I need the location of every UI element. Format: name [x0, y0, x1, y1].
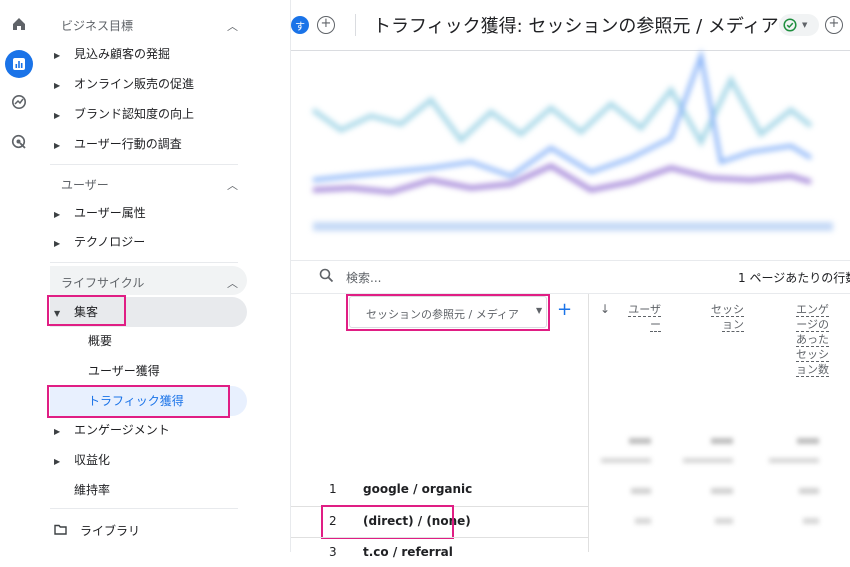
check-circle-icon	[783, 18, 797, 32]
metric-header-line: ユーザ	[628, 303, 661, 317]
sidebar-item-label: ライブラリ	[80, 524, 141, 538]
metric-header-line: エンゲ	[796, 303, 829, 317]
section-title-lifecycle: ライフサイクル	[61, 276, 145, 290]
sidebar-item-label: オンライン販売の促進	[74, 77, 195, 91]
table-toolbar: 検索... 1 ページあたりの行数:	[291, 260, 850, 294]
row-number: 1	[329, 482, 337, 496]
highlight-box-traffic-acquisition	[47, 385, 230, 418]
caret-down-icon: ▼	[802, 21, 808, 29]
sidebar-item-label: ユーザー行動の調査	[74, 137, 182, 151]
caret-right-icon: ▶	[54, 210, 61, 219]
sidebar-item-label: エンゲージメント	[74, 423, 170, 437]
sidebar-item-retention[interactable]: 維持率	[74, 480, 110, 500]
sidebar-subitem-user-acquisition[interactable]: ユーザー獲得	[88, 361, 160, 381]
report-header: す + トラフィック獲得: セッションの参照元 / メディア ▼ +	[291, 0, 850, 51]
metric-header-line: ョン	[722, 318, 744, 332]
sidebar-item-engagement[interactable]: ▶ エンゲージメント	[54, 420, 170, 440]
chevron-up-icon[interactable]: ︿	[227, 18, 238, 34]
avatar[interactable]: す	[291, 16, 309, 34]
sidebar-item-label: テクノロジー	[74, 235, 146, 249]
home-icon[interactable]	[5, 10, 33, 38]
sidebar-item-tech[interactable]: ▶ テクノロジー	[54, 232, 145, 252]
add-dimension-button[interactable]: +	[557, 299, 572, 320]
caret-right-icon: ▶	[54, 81, 61, 90]
add-icon[interactable]: +	[825, 16, 843, 34]
chevron-up-icon[interactable]: ︿	[227, 177, 238, 193]
sidebar-item-demographics[interactable]: ▶ ユーザー属性	[54, 203, 146, 223]
metric-header-line: セッシ	[711, 303, 744, 317]
add-comparison-icon[interactable]: +	[317, 16, 335, 34]
sidebar-item-library[interactable]: ライブラリ	[54, 521, 140, 541]
sidebar-item-label: 見込み顧客の発掘	[74, 47, 171, 61]
rows-per-page-label: 1 ページあたりの行数:	[738, 271, 850, 285]
metric-header-engaged-sessions[interactable]: エンゲ ージの あった セッシ ョン数	[787, 302, 829, 377]
divider	[50, 508, 238, 509]
status-chip[interactable]: ▼	[779, 14, 819, 36]
divider	[355, 14, 356, 36]
sidebar-item-lead-generation[interactable]: ▶ 見込み顧客の発掘	[54, 44, 170, 64]
advertising-icon[interactable]	[5, 128, 33, 156]
section-title-business-goals: ビジネス目標	[61, 19, 134, 33]
caret-right-icon: ▶	[54, 141, 61, 150]
sidebar-item-label: ブランド認知度の向上	[74, 107, 195, 121]
line-chart-blurred	[311, 50, 833, 231]
sidebar-item-user-behavior[interactable]: ▶ ユーザー行動の調査	[54, 134, 182, 154]
table-row[interactable]: 1 google / organic	[291, 475, 588, 505]
section-title-user: ユーザー	[61, 178, 109, 192]
sidebar-item-online-sales[interactable]: ▶ オンライン販売の促進	[54, 74, 194, 94]
row-label[interactable]: t.co / referral	[363, 545, 453, 559]
metric-header-line: ー	[650, 318, 661, 332]
caret-right-icon: ▶	[54, 111, 61, 120]
divider	[50, 262, 238, 263]
highlight-box-direct-row	[321, 505, 454, 539]
page-title: トラフィック獲得: セッションの参照元 / メディア	[373, 16, 779, 37]
caret-right-icon: ▶	[54, 427, 61, 436]
report-main: す + トラフィック獲得: セッションの参照元 / メディア ▼ + 検索...…	[290, 0, 850, 559]
caret-right-icon: ▶	[54, 457, 61, 466]
search-icon[interactable]	[319, 268, 334, 283]
highlight-box-dimension	[346, 294, 550, 331]
explore-icon[interactable]	[5, 88, 33, 116]
folder-icon	[54, 523, 74, 543]
sidebar-item-monetization[interactable]: ▶ 収益化	[54, 450, 110, 470]
report-sidebar: ビジネス目標 ︿ ▶ 見込み顧客の発掘 ▶ オンライン販売の促進 ▶ ブランド認知度の…	[44, 0, 290, 552]
metric-header-line: ージの	[796, 318, 829, 332]
sort-desc-icon[interactable]: ↓	[600, 302, 610, 316]
search-input[interactable]: 検索...	[346, 269, 381, 286]
metric-header-sessions[interactable]: セッシ ョン	[702, 302, 744, 332]
row-number: 3	[329, 545, 337, 559]
chevron-up-icon[interactable]: ︿	[227, 275, 238, 291]
metric-header-line: あった	[796, 333, 829, 347]
metric-values-blurred	[601, 438, 819, 524]
reports-icon[interactable]	[5, 50, 33, 78]
sidebar-item-brand-awareness[interactable]: ▶ ブランド認知度の向上	[54, 104, 194, 124]
caret-right-icon: ▶	[54, 51, 61, 60]
sidebar-subitem-overview[interactable]: 概要	[88, 331, 112, 351]
row-label[interactable]: google / organic	[363, 482, 472, 496]
metric-header-line: セッシ	[796, 348, 829, 362]
metric-header-users[interactable]: ユーザ ー	[621, 302, 661, 332]
column-divider	[588, 294, 589, 552]
divider	[50, 164, 238, 165]
table-row[interactable]: 3 t.co / referral	[291, 537, 588, 567]
nav-rail	[0, 0, 44, 552]
metric-header-line: ョン数	[796, 363, 829, 377]
highlight-box-acquisition	[47, 295, 126, 326]
sidebar-item-label: ユーザー属性	[74, 206, 146, 220]
caret-right-icon: ▶	[54, 239, 61, 248]
sidebar-item-label: 収益化	[74, 453, 111, 467]
